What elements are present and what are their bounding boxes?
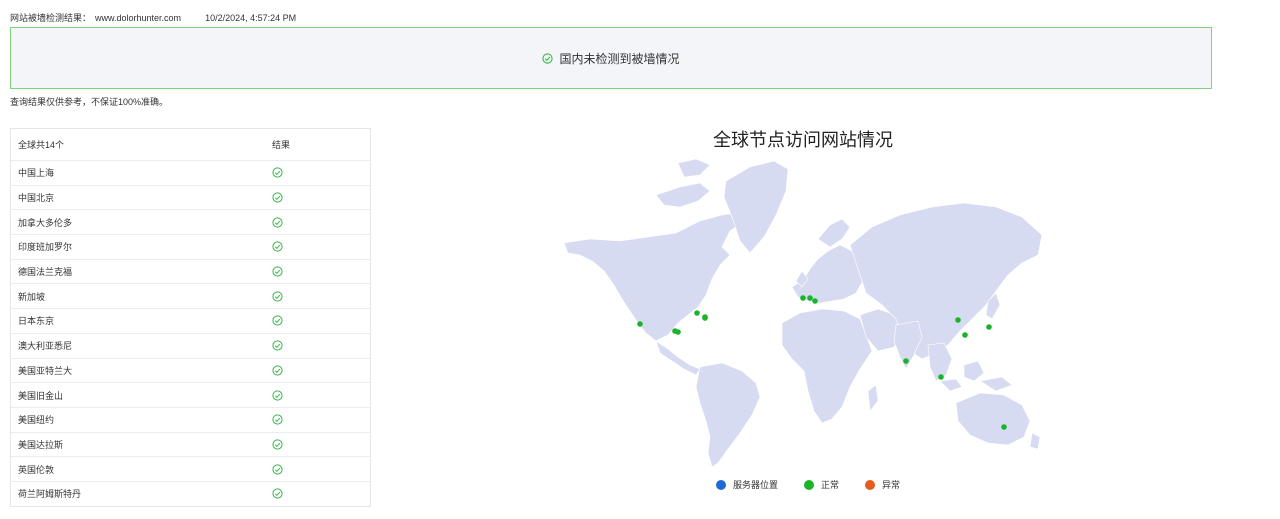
node-location: 中国北京 [18, 193, 55, 204]
check-circle-icon [272, 365, 283, 376]
node-marker [903, 358, 909, 364]
check-circle-icon [272, 192, 283, 203]
banner-message: 国内未检测到被墙情况 [559, 51, 680, 66]
table-row: 中国上海 [11, 160, 370, 185]
node-location: 荷兰阿姆斯特丹 [18, 489, 82, 500]
node-result [267, 192, 370, 203]
map-legend: 服务器位置 正常 异常 [716, 478, 926, 491]
legend-dot [804, 479, 815, 490]
table-row: 日本东京 [11, 308, 370, 333]
check-circle-icon [272, 340, 283, 351]
check-circle-icon [272, 266, 283, 277]
table-row: 美国纽约 [11, 406, 370, 432]
node-marker [675, 329, 681, 335]
node-marker [637, 321, 643, 327]
table-row: 印度班加罗尔 [11, 234, 370, 259]
world-map [563, 158, 1043, 468]
node-result [267, 389, 370, 401]
table-row: 新加坡 [11, 283, 370, 308]
result-domain: www.dolorhunter.com [95, 13, 182, 23]
check-circle-icon [272, 241, 283, 252]
node-location: 印度班加罗尔 [18, 242, 73, 253]
node-location: 美国亚特兰大 [18, 365, 73, 376]
table-header-result: 结果 [272, 140, 291, 150]
node-location: 美国纽约 [18, 415, 55, 426]
result-header: 网站被墙检测结果： www.dolorhunter.com 10/2/2024, 4… [10, 11, 296, 24]
map-title: 全球节点访问网站情况 [713, 130, 893, 150]
disclaimer-text: 查询结果仅供参考，不保证100%准确。 [10, 97, 169, 107]
node-result [267, 241, 370, 252]
node-location: 中国上海 [18, 168, 55, 179]
result-label: 网站被墙检测结果： [10, 13, 92, 23]
node-marker [986, 324, 992, 330]
legend-dot [865, 479, 876, 490]
node-location: 澳大利亚悉尼 [18, 341, 73, 352]
node-location: 新加坡 [18, 291, 46, 302]
table-row: 澳大利亚悉尼 [11, 332, 370, 358]
node-result [267, 414, 370, 425]
node-location: 美国旧金山 [18, 390, 64, 401]
node-result [267, 488, 370, 499]
legend-label: 异常 [882, 480, 901, 490]
node-result [267, 365, 370, 376]
node-results-table: 全球共14个 结果 中国上海中国北京加拿大多伦多 印度班加罗尔 德国法兰克福 新加坡日… [10, 128, 371, 507]
node-result [267, 439, 370, 450]
check-circle-icon [272, 488, 283, 499]
table-row: 加拿大多伦多 [11, 209, 370, 234]
check-circle-icon [272, 439, 283, 450]
table-row: 中国北京 [11, 184, 370, 210]
result-banner: 国内未检测到被墙情况 [10, 27, 1212, 89]
node-marker [800, 295, 806, 301]
node-result [267, 464, 370, 475]
node-marker [1001, 424, 1007, 430]
check-circle-icon [542, 52, 554, 64]
legend-item: 服务器位置 [716, 478, 778, 491]
node-result [267, 291, 370, 302]
check-circle-icon [272, 414, 283, 425]
check-circle-icon [272, 167, 283, 178]
node-location: 德国法兰克福 [18, 267, 73, 278]
table-row: 美国亚特兰大 [11, 357, 370, 383]
node-result [267, 217, 370, 228]
node-marker [962, 332, 968, 338]
node-result [267, 315, 370, 327]
node-marker [812, 298, 818, 304]
check-circle-icon [272, 217, 283, 228]
result-timestamp: 10/2/2024, 4:57:24 PM [205, 13, 297, 23]
node-marker [955, 317, 961, 323]
legend-item: 正常 [804, 478, 839, 491]
node-marker [938, 374, 944, 380]
node-location: 英国伦敦 [18, 464, 55, 475]
legend-label: 正常 [821, 480, 840, 490]
legend-dot [716, 479, 726, 490]
table-header-row: 全球共14个 结果 [11, 129, 370, 160]
table-row: 德国法兰克福 [11, 258, 370, 284]
node-result [267, 266, 370, 277]
node-marker [702, 315, 708, 321]
node-result [267, 340, 370, 351]
node-location: 日本东京 [18, 316, 55, 327]
table-row: 英国伦敦 [11, 456, 370, 481]
check-circle-icon [272, 464, 283, 475]
map-land [563, 158, 1043, 468]
table-row: 美国达拉斯 [11, 431, 370, 457]
legend-item: 异常 [865, 478, 900, 491]
node-location: 加拿大多伦多 [18, 217, 73, 228]
check-circle-icon [272, 389, 283, 401]
table-row: 荷兰阿姆斯特丹 [11, 480, 370, 506]
legend-label: 服务器位置 [733, 480, 779, 490]
check-circle-icon [272, 315, 283, 327]
table-row: 美国旧金山 [11, 382, 370, 407]
node-marker [694, 310, 700, 316]
check-circle-icon [272, 291, 283, 302]
node-marker [807, 295, 813, 301]
table-header-location: 全球共14个 [18, 140, 65, 150]
node-result [267, 167, 370, 178]
node-location: 美国达拉斯 [18, 439, 64, 450]
